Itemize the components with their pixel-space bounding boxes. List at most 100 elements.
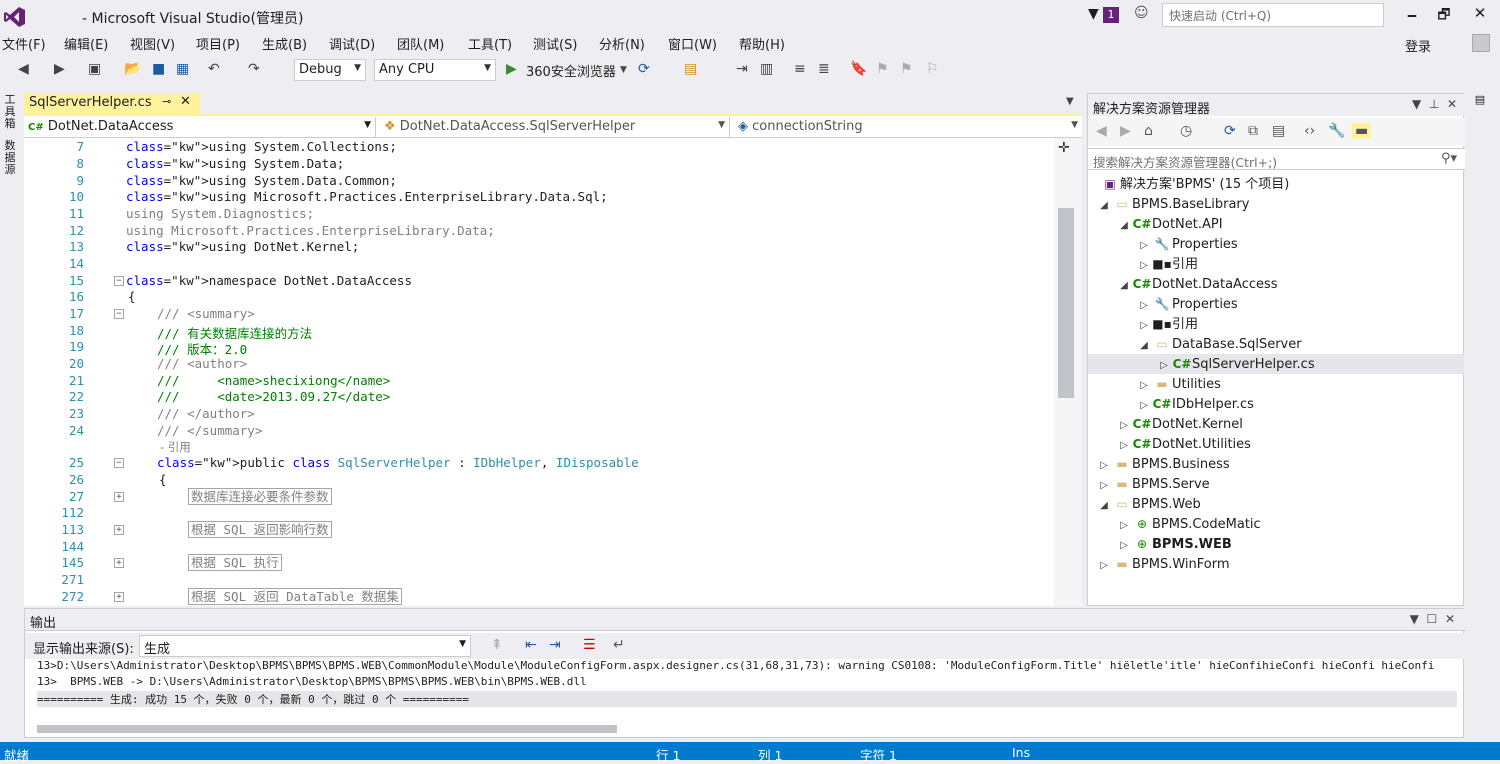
project-dropdown[interactable]: C# DotNet.DataAccess ▼ <box>24 117 376 137</box>
expand-icon[interactable]: + <box>114 592 124 602</box>
collapse-all-icon[interactable]: ⧉ <box>1248 123 1258 139</box>
menu-file[interactable]: 文件(F) <box>2 34 46 53</box>
collapse-icon[interactable]: − <box>114 276 124 286</box>
prev-bookmark-icon[interactable]: ⚑ <box>876 61 889 77</box>
code-line[interactable]: using System.Diagnostics; <box>126 206 314 221</box>
show-all-files-icon[interactable]: ▤ <box>1272 123 1285 139</box>
expanded-arrow-icon[interactable]: ◢ <box>1096 196 1112 216</box>
collapse-icon[interactable]: − <box>114 458 124 468</box>
maximize-icon[interactable]: ☐ <box>1427 612 1438 626</box>
properties-side-tab[interactable]: ▤ <box>1472 94 1488 106</box>
tree-item-solution[interactable]: ▣ 解决方案'BPMS' (15 个项目) <box>1100 174 1289 194</box>
layout-icon[interactable]: ▥ <box>760 61 773 77</box>
menu-tools[interactable]: 工具(T) <box>468 34 512 53</box>
split-editor-icon[interactable]: ✛ <box>1058 140 1070 156</box>
menu-build[interactable]: 生成(B) <box>262 34 307 53</box>
code-line[interactable]: class="kw">namespace DotNet.DataAccess <box>126 273 412 288</box>
code-line[interactable]: /// </summary> <box>157 423 262 438</box>
tree-item-file[interactable]: ▷ C#SqlServerHelper.cs <box>1156 354 1314 376</box>
codelens-references[interactable]: - 引用 <box>160 439 191 455</box>
refresh-icon[interactable]: ⟳ <box>1224 123 1236 139</box>
solution-search-input[interactable]: 搜索解决方案资源管理器(Ctrl+;) ⚲▾ <box>1088 148 1465 170</box>
menu-project[interactable]: 项目(P) <box>196 34 240 53</box>
tree-item-project[interactable]: ▷ ⊕ BPMS.CodeMatic <box>1116 514 1261 534</box>
chevron-down-icon[interactable]: ▼ <box>620 65 627 75</box>
tree-item-folder[interactable]: ▷ ▬ BPMS.WinForm <box>1096 554 1229 574</box>
code-line[interactable]: class="kw">public class SqlServerHelper … <box>157 455 639 470</box>
close-icon[interactable]: ✕ <box>1447 97 1457 111</box>
chevron-down-icon[interactable]: ▼ <box>1410 612 1419 626</box>
pin-icon[interactable]: ⊸ <box>162 95 171 108</box>
config-select[interactable]: Debug ▼ <box>294 59 366 81</box>
code-line[interactable]: { <box>128 289 136 304</box>
redo-icon[interactable]: ↷ <box>248 61 260 77</box>
avatar-icon[interactable] <box>1472 34 1490 52</box>
collapsed-arrow-icon[interactable]: ▷ <box>1116 416 1132 436</box>
output-horizontal-scrollbar[interactable] <box>37 725 617 733</box>
prev-message-icon[interactable]: ⇤ <box>525 637 537 653</box>
menu-test[interactable]: 测试(S) <box>533 34 577 53</box>
collapsed-region[interactable]: 根据 SQL 返回 DataTable 数据集 <box>188 588 402 605</box>
save-all-icon[interactable]: ▦ <box>176 61 189 77</box>
tree-item-file[interactable]: ▷ C#IDbHelper.cs <box>1136 394 1254 414</box>
collapsed-arrow-icon[interactable]: ▷ <box>1136 376 1152 396</box>
collapsed-arrow-icon[interactable]: ▷ <box>1116 436 1132 456</box>
back-icon[interactable]: ◀ <box>1096 123 1107 139</box>
expand-icon[interactable]: + <box>114 558 124 568</box>
next-message-icon[interactable]: ⇥ <box>549 637 561 653</box>
close-icon[interactable]: ✕ <box>1445 612 1455 626</box>
tree-item-folder[interactable]: ◢ ▭ BPMS.BaseLibrary <box>1096 194 1249 214</box>
menu-help[interactable]: 帮助(H) <box>739 34 785 53</box>
expanded-arrow-icon[interactable]: ◢ <box>1136 336 1152 356</box>
tree-item-references[interactable]: ▷ ■▪引用 <box>1136 314 1198 334</box>
browser-link-icon[interactable]: ▤ <box>684 61 697 77</box>
tab-sqlserverhelper[interactable]: SqlServerHelper.cs <box>24 93 200 114</box>
menu-view[interactable]: 视图(V) <box>130 34 175 53</box>
tree-item-project[interactable]: ▷ C#DotNet.Utilities <box>1116 434 1251 454</box>
quick-launch-input[interactable]: 快速启动 (Ctrl+Q) <box>1162 3 1384 27</box>
tree-item-folder[interactable]: ◢ ▭ BPMS.Web <box>1096 494 1201 514</box>
collapsed-arrow-icon[interactable]: ▷ <box>1096 456 1112 476</box>
pin-icon[interactable]: ⊥ <box>1429 97 1439 111</box>
collapsed-arrow-icon[interactable]: ▷ <box>1096 476 1112 496</box>
uncomment-icon[interactable]: ≣ <box>818 61 830 77</box>
class-dropdown[interactable]: ❖ DotNet.DataAccess.SqlServerHelper ▼ <box>380 117 730 137</box>
code-line[interactable]: { <box>159 472 167 487</box>
toolbox-tab[interactable]: 工具箱 <box>2 94 18 130</box>
editor-scroll-thumb[interactable] <box>1058 208 1074 398</box>
forward-icon[interactable]: ▶ <box>1120 123 1131 139</box>
tree-item-folder[interactable]: ▷ ▬ BPMS.Business <box>1096 454 1230 474</box>
preview-icon[interactable]: ▬ <box>1352 123 1372 139</box>
menu-team[interactable]: 团队(M) <box>397 34 444 53</box>
menu-analyze[interactable]: 分析(N) <box>599 34 645 53</box>
chevron-down-icon[interactable]: ▼ <box>1412 97 1421 111</box>
collapsed-region[interactable]: 根据 SQL 返回影响行数 <box>188 521 332 538</box>
code-line[interactable]: using Microsoft.Practices.EnterpriseLibr… <box>126 223 495 238</box>
output-source-select[interactable]: 生成 ▼ <box>139 635 471 657</box>
code-line[interactable]: class="kw">using DotNet.Kernel; <box>126 239 359 254</box>
tree-item-properties[interactable]: ▷ 🔧 Properties <box>1136 234 1238 254</box>
code-line[interactable]: class="kw">using System.Data; <box>126 156 344 171</box>
save-icon[interactable]: ■ <box>152 61 165 77</box>
undo-icon[interactable]: ↶ <box>208 61 220 77</box>
collapsed-arrow-icon[interactable]: ▷ <box>1136 396 1152 416</box>
menu-debug[interactable]: 调试(D) <box>329 34 375 53</box>
collapse-icon[interactable]: − <box>114 309 124 319</box>
collapsed-arrow-icon[interactable]: ▷ <box>1136 296 1152 316</box>
search-icon[interactable]: ⚲▾ <box>1441 151 1457 166</box>
expanded-arrow-icon[interactable]: ◢ <box>1116 216 1132 236</box>
tree-item-folder[interactable]: ▷ ▬ BPMS.Serve <box>1096 474 1210 494</box>
tree-item-properties[interactable]: ▷ 🔧 Properties <box>1136 294 1238 314</box>
tree-item-references[interactable]: ▷ ■▪引用 <box>1136 254 1198 274</box>
code-line[interactable]: class="kw">using System.Data.Common; <box>126 173 397 188</box>
clear-all-icon[interactable]: ☰ <box>583 637 596 653</box>
code-line[interactable]: /// <name>shecixiong</name> <box>157 373 390 388</box>
code-editor[interactable]: 7 8 9 10 11 12 13 14 15 16 17 18 19 20 2… <box>24 138 1082 606</box>
expand-icon[interactable]: + <box>114 525 124 535</box>
tree-item-folder[interactable]: ◢ ▭ DataBase.SqlServer <box>1136 334 1301 356</box>
code-line[interactable]: /// </author> <box>157 406 255 421</box>
tree-item-project[interactable]: ◢ C#DotNet.API <box>1116 214 1222 236</box>
comment-icon[interactable]: ≡ <box>794 61 806 77</box>
collapsed-arrow-icon[interactable]: ▷ <box>1156 356 1172 376</box>
run-icon[interactable]: ▶ <box>506 61 517 77</box>
